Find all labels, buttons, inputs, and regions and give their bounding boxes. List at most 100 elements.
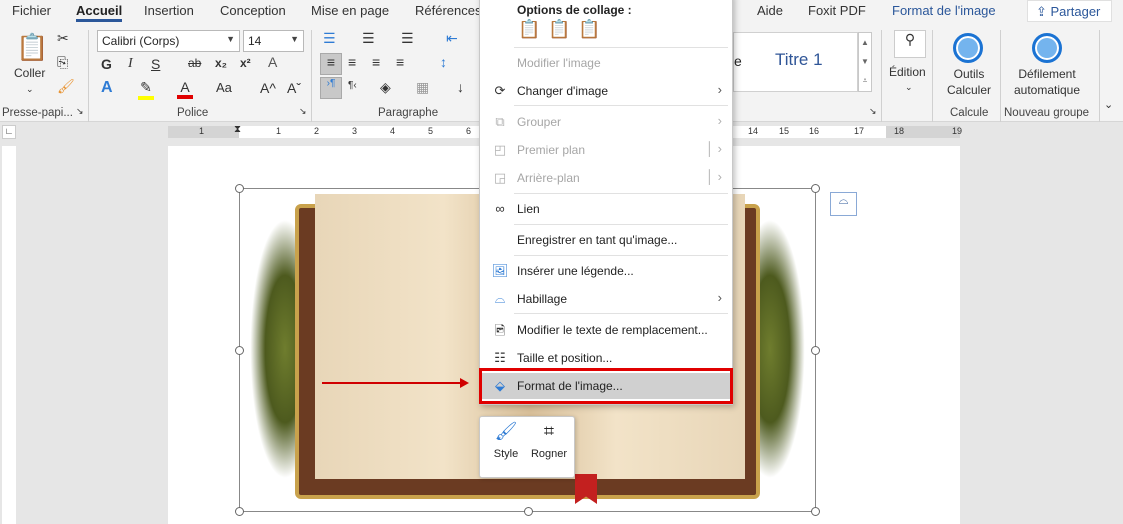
resize-handle[interactable]: [235, 184, 244, 193]
superscript-button[interactable]: x²: [240, 56, 251, 70]
decrease-indent-icon[interactable]: ⇤: [446, 30, 458, 47]
alt-text-icon: 🖻: [494, 323, 506, 338]
tab-conception[interactable]: Conception: [220, 3, 286, 18]
styles-gallery[interactable]: e Titre 1: [733, 32, 858, 92]
menu-item-habillage[interactable]: ⌓ Habillage ›: [480, 286, 732, 312]
size-position-icon: ☷: [494, 350, 506, 365]
menu-item-premier-plan[interactable]: ◰ Premier plan │ ›: [480, 137, 732, 163]
tab-accueil[interactable]: Accueil: [76, 3, 123, 22]
paste-icon[interactable]: 📋: [16, 32, 48, 62]
tab-insertion[interactable]: Insertion: [144, 3, 194, 18]
dialog-launcher-icon[interactable]: ↘: [869, 106, 877, 117]
copy-icon[interactable]: ⎘: [57, 54, 68, 71]
font-name-combo[interactable]: Calibri (Corps) ▼: [97, 30, 240, 52]
styles-scroll[interactable]: ▲ ▼ ⩡: [858, 32, 872, 92]
justify-button[interactable]: ≡: [396, 54, 404, 70]
menu-item-lien[interactable]: ∞ Lien: [480, 196, 732, 222]
menu-item-inserer-legende[interactable]: 🖼 Insérer une légende...: [480, 258, 732, 284]
group-label-paragraph: Paragraphe: [378, 107, 439, 119]
menu-item-texte-remplacement[interactable]: 🖻 Modifier le texte de remplacement...: [480, 317, 732, 343]
menu-item-modifier-image[interactable]: Modifier l'image: [480, 50, 732, 76]
sort-icon[interactable]: ↓: [457, 79, 464, 95]
layout-options-icon[interactable]: ⌓: [830, 192, 857, 216]
menu-item-label: Grouper: [517, 115, 562, 129]
align-right-button[interactable]: ≡: [372, 54, 380, 70]
font-color-icon[interactable]: A: [177, 79, 193, 99]
share-label: Partager: [1050, 4, 1101, 19]
share-button[interactable]: ⇪ Partager: [1027, 0, 1112, 22]
borders-icon[interactable]: ▦: [416, 79, 429, 96]
vertical-ruler[interactable]: [2, 146, 16, 524]
tab-foxit-pdf[interactable]: Foxit PDF: [808, 3, 866, 18]
tab-aide[interactable]: Aide: [757, 3, 783, 18]
paste-merge-icon[interactable]: 📋: [548, 19, 570, 40]
strikethrough-button[interactable]: ab: [188, 56, 201, 70]
paste-button[interactable]: Coller: [14, 66, 45, 80]
menu-item-label: Insérer une légende...: [517, 264, 634, 278]
menu-item-arriere-plan[interactable]: ◲ Arrière-plan │ ›: [480, 165, 732, 191]
menu-item-label: Taille et position...: [517, 351, 613, 365]
tab-selector[interactable]: ∟: [2, 125, 16, 139]
resize-handle[interactable]: [811, 507, 820, 516]
text-effects-icon[interactable]: A: [101, 79, 113, 97]
change-case-button[interactable]: Aa: [216, 80, 232, 95]
bring-forward-icon: ◰: [493, 142, 507, 157]
crop-button[interactable]: ⌗ Rogner: [528, 421, 570, 475]
dialog-launcher-icon[interactable]: ↘: [299, 106, 307, 117]
autoscroll-button[interactable]: Défilement automatique: [1008, 66, 1086, 98]
align-center-button[interactable]: ≡: [348, 54, 356, 70]
multilevel-list-icon[interactable]: ☰: [401, 30, 414, 47]
subscript-button[interactable]: x₂: [215, 56, 227, 70]
ruler-label: 4: [390, 126, 396, 136]
paste-options-header: Options de collage :: [517, 3, 632, 17]
calculator-icon[interactable]: [953, 33, 983, 63]
autoscroll-icon[interactable]: [1032, 33, 1062, 63]
ruler-label: 6: [466, 126, 472, 136]
chevron-down-icon: ▼: [290, 34, 299, 44]
ruler-label: 18: [894, 126, 905, 136]
resize-handle[interactable]: [235, 346, 244, 355]
tab-references[interactable]: Références: [415, 3, 481, 18]
menu-item-grouper[interactable]: ⧉ Grouper ›: [480, 109, 732, 135]
bullets-icon[interactable]: ☰: [323, 30, 336, 47]
style-titre-1[interactable]: Titre 1: [775, 50, 823, 70]
menu-item-label: Arrière-plan: [517, 171, 580, 185]
indent-marker[interactable]: ⧗: [234, 124, 241, 135]
paste-keep-formatting-icon[interactable]: 📋: [518, 19, 540, 40]
chevron-down-icon[interactable]: ⌄: [905, 82, 913, 93]
bold-button[interactable]: G: [101, 56, 112, 72]
paste-dropdown-icon[interactable]: ⌄: [26, 84, 34, 95]
calculator-tools-button[interactable]: Outils Calculer: [944, 66, 994, 98]
shrink-font-button[interactable]: Aˇ: [287, 80, 301, 96]
ltr-button[interactable]: ›¶: [320, 77, 342, 99]
menu-item-changer-image[interactable]: ⟳ Changer d'image ›: [480, 78, 732, 104]
italic-button[interactable]: I: [128, 56, 133, 72]
format-painter-icon[interactable]: 🖌: [57, 78, 75, 95]
numbering-icon[interactable]: ☰: [362, 30, 375, 47]
resize-handle[interactable]: [524, 507, 533, 516]
paste-text-only-icon[interactable]: 📋: [578, 19, 600, 40]
highlight-icon[interactable]: ✎: [138, 79, 154, 100]
align-left-button[interactable]: ≡: [320, 53, 342, 75]
underline-button[interactable]: S: [151, 56, 160, 72]
search-icon[interactable]: ⚲: [894, 30, 926, 58]
rtl-button[interactable]: ¶‹: [348, 80, 357, 91]
tab-mise-en-page[interactable]: Mise en page: [311, 3, 389, 18]
shading-icon[interactable]: ◈: [380, 79, 391, 96]
menu-item-enregistrer-image[interactable]: Enregistrer en tant qu'image...: [480, 227, 732, 253]
clear-formatting-icon[interactable]: A: [268, 54, 277, 70]
grow-font-button[interactable]: A^: [260, 80, 276, 96]
resize-handle[interactable]: [235, 507, 244, 516]
cut-icon[interactable]: ✂: [57, 30, 69, 47]
tab-format-image[interactable]: Format de l'image: [892, 3, 996, 18]
editing-button[interactable]: Édition: [889, 65, 926, 79]
font-size-combo[interactable]: 14 ▼: [243, 30, 304, 52]
style-button[interactable]: 🖌 Style: [486, 421, 526, 475]
tab-fichier[interactable]: Fichier: [12, 3, 51, 18]
collapse-ribbon-icon[interactable]: ⌄: [1104, 98, 1113, 111]
resize-handle[interactable]: [811, 346, 820, 355]
style-normal-partial[interactable]: e: [734, 53, 742, 69]
resize-handle[interactable]: [811, 184, 820, 193]
dialog-launcher-icon[interactable]: ↘: [76, 106, 84, 117]
line-spacing-icon[interactable]: ↕: [440, 54, 447, 70]
